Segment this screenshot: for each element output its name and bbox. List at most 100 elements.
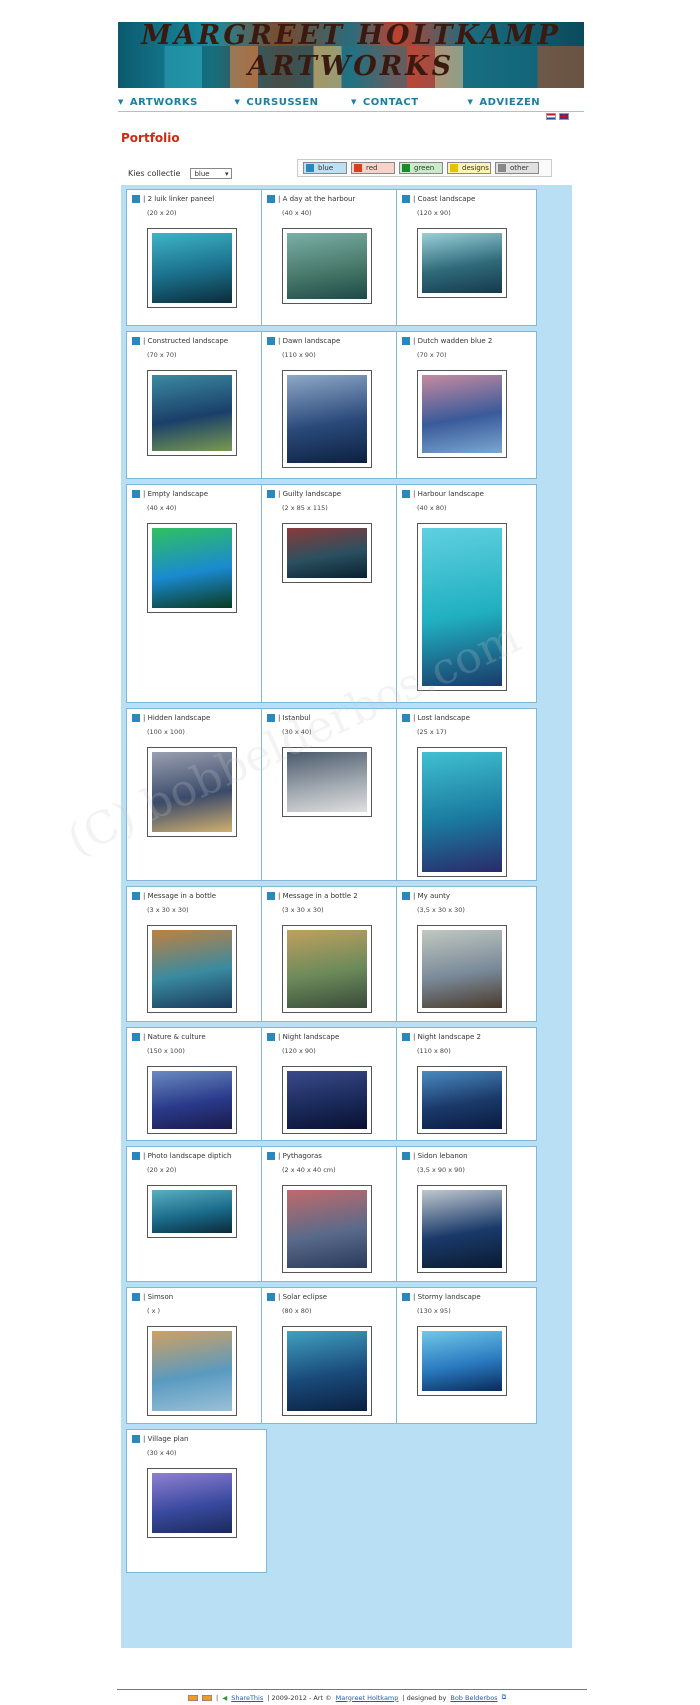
nav-artworks[interactable]: ▼ ARTWORKS	[118, 93, 235, 111]
filter-designs[interactable]: designs	[447, 162, 491, 174]
filter-green[interactable]: green	[399, 162, 443, 174]
artwork-thumbnail[interactable]	[282, 1066, 372, 1134]
artwork-card[interactable]: | Constructed landscape (70 x 70)	[126, 331, 267, 479]
artwork-image	[287, 1331, 367, 1411]
artwork-thumbnail[interactable]	[147, 1185, 237, 1238]
artwork-thumbnail[interactable]	[282, 228, 372, 304]
artwork-title[interactable]: | Dawn landscape	[278, 337, 340, 345]
collection-select[interactable]: blue ▾	[190, 168, 233, 179]
filter-label: green	[414, 164, 435, 172]
designer-link[interactable]: Bob Belderbos	[450, 1694, 497, 1702]
artwork-card[interactable]: | Empty landscape (40 x 40)	[126, 484, 267, 703]
artwork-title[interactable]: | A day at the harbour	[278, 195, 355, 203]
artwork-title[interactable]: | 2 luik linker paneel	[143, 195, 214, 203]
nav-contact[interactable]: ▼ CONTACT	[351, 93, 468, 111]
artwork-thumbnail[interactable]	[147, 370, 237, 456]
artwork-card[interactable]: | Simson ( x )	[126, 1287, 267, 1424]
artwork-title[interactable]: | Coast landscape	[413, 195, 475, 203]
artwork-title[interactable]: | Sidon lebanon	[413, 1152, 468, 1160]
artwork-card[interactable]: | Coast landscape (120 x 90)	[396, 189, 537, 326]
page-title: Portfolio	[121, 131, 180, 145]
artist-link[interactable]: Margreet Holtkamp	[336, 1694, 399, 1702]
artwork-header: | Pythagoras	[267, 1152, 322, 1160]
artwork-card[interactable]: | Dutch wadden blue 2 (70 x 70)	[396, 331, 537, 479]
artwork-title[interactable]: | Harbour landscape	[413, 490, 484, 498]
dutch-flag-icon[interactable]	[546, 113, 556, 120]
sharethis-link[interactable]: ShareThis	[231, 1694, 263, 1702]
artwork-card[interactable]: | 2 luik linker paneel (20 x 20)	[126, 189, 267, 326]
english-flag-icon[interactable]	[559, 113, 569, 120]
artwork-card[interactable]: | My aunty (3,5 x 30 x 30)	[396, 886, 537, 1022]
artwork-title[interactable]: | Message in a bottle 2	[278, 892, 358, 900]
artwork-thumbnail[interactable]	[282, 523, 372, 583]
artwork-title[interactable]: | Dutch wadden blue 2	[413, 337, 492, 345]
square-bullet-icon	[132, 195, 140, 203]
artwork-title[interactable]: | Constructed landscape	[143, 337, 228, 345]
artwork-card[interactable]: | Sidon lebanon (3,5 x 90 x 90)	[396, 1146, 537, 1282]
site-banner[interactable]: MARGREET HOLTKAMP ARTWORKS	[118, 22, 584, 88]
artwork-thumbnail[interactable]	[417, 370, 507, 458]
artwork-thumbnail[interactable]	[417, 1066, 507, 1134]
social-badge-icon[interactable]	[202, 1694, 212, 1701]
square-bullet-icon	[402, 1152, 410, 1160]
filter-blue[interactable]: blue	[303, 162, 347, 174]
artwork-card[interactable]: | Village plan (30 x 40)	[126, 1429, 267, 1573]
artwork-thumbnail[interactable]	[147, 228, 237, 308]
artwork-title[interactable]: | Night landscape	[278, 1033, 339, 1041]
artwork-card[interactable]: | Message in a bottle (3 x 30 x 30)	[126, 886, 267, 1022]
artwork-header: | Night landscape 2	[402, 1033, 481, 1041]
nav-label: CONTACT	[362, 96, 419, 108]
designed-by-text: | designed by	[402, 1693, 447, 1702]
artwork-card[interactable]: | A day at the harbour (40 x 40)	[261, 189, 402, 326]
artwork-card[interactable]: | Message in a bottle 2 (3 x 30 x 30)	[261, 886, 402, 1022]
artwork-thumbnail[interactable]	[147, 523, 237, 613]
artwork-thumbnail[interactable]	[282, 925, 372, 1013]
artwork-title[interactable]: | Empty landscape	[143, 490, 208, 498]
artwork-title[interactable]: | Guilty landscape	[278, 490, 341, 498]
artwork-image	[152, 1071, 232, 1129]
artwork-title[interactable]: | Village plan	[143, 1435, 188, 1443]
artwork-title[interactable]: | Solar eclipse	[278, 1293, 327, 1301]
artwork-size: (40 x 40)	[147, 504, 177, 512]
artwork-thumbnail[interactable]	[147, 1468, 237, 1538]
artwork-card[interactable]: | Night landscape (120 x 90)	[261, 1027, 402, 1141]
nav-adviezen[interactable]: ▼ ADVIEZEN	[468, 93, 585, 111]
artwork-title[interactable]: | Photo landscape diptich	[143, 1152, 231, 1160]
artwork-card[interactable]: | Stormy landscape (130 x 95)	[396, 1287, 537, 1424]
nav-cursussen[interactable]: ▼ CURSUSSEN	[235, 93, 352, 111]
artwork-header: | Constructed landscape	[132, 337, 228, 345]
artwork-title[interactable]: | Night landscape 2	[413, 1033, 481, 1041]
artwork-thumbnail[interactable]	[282, 1326, 372, 1416]
artwork-thumbnail[interactable]	[282, 370, 372, 468]
artwork-title[interactable]: | My aunty	[413, 892, 450, 900]
artwork-title[interactable]: | Pythagoras	[278, 1152, 322, 1160]
social-badge-icon[interactable]	[188, 1694, 198, 1701]
artwork-thumbnail[interactable]	[417, 228, 507, 298]
artwork-card[interactable]: | Lost landscape (25 x 17)	[396, 708, 537, 881]
artwork-title[interactable]: | Simson	[143, 1293, 173, 1301]
artwork-card[interactable]: | Night landscape 2 (110 x 80)	[396, 1027, 537, 1141]
artwork-title[interactable]: | Stormy landscape	[413, 1293, 481, 1301]
square-bullet-icon	[132, 892, 140, 900]
artwork-title[interactable]: | Nature & culture	[143, 1033, 206, 1041]
artwork-card[interactable]: | Solar eclipse (80 x 80)	[261, 1287, 402, 1424]
artwork-thumbnail[interactable]	[147, 1066, 237, 1134]
square-bullet-icon	[132, 1435, 140, 1443]
artwork-thumbnail[interactable]	[147, 1326, 237, 1416]
filter-red[interactable]: red	[351, 162, 395, 174]
artwork-title[interactable]: | Lost landscape	[413, 714, 470, 722]
artwork-title[interactable]: | Hidden landscape	[143, 714, 210, 722]
artwork-thumbnail[interactable]	[282, 1185, 372, 1273]
artwork-card[interactable]: | Nature & culture (150 x 100)	[126, 1027, 267, 1141]
artwork-thumbnail[interactable]	[417, 1326, 507, 1396]
artwork-thumbnail[interactable]	[417, 925, 507, 1013]
artwork-card[interactable]: | Photo landscape diptich (20 x 20)	[126, 1146, 267, 1282]
square-bullet-icon	[267, 1293, 275, 1301]
artwork-thumbnail[interactable]	[147, 925, 237, 1013]
filter-other[interactable]: other	[495, 162, 539, 174]
artwork-card[interactable]: | Pythagoras (2 x 40 x 40 cm)	[261, 1146, 402, 1282]
artwork-thumbnail[interactable]	[417, 747, 507, 877]
artwork-card[interactable]: | Dawn landscape (110 x 90)	[261, 331, 402, 479]
artwork-title[interactable]: | Message in a bottle	[143, 892, 216, 900]
artwork-thumbnail[interactable]	[417, 1185, 507, 1273]
